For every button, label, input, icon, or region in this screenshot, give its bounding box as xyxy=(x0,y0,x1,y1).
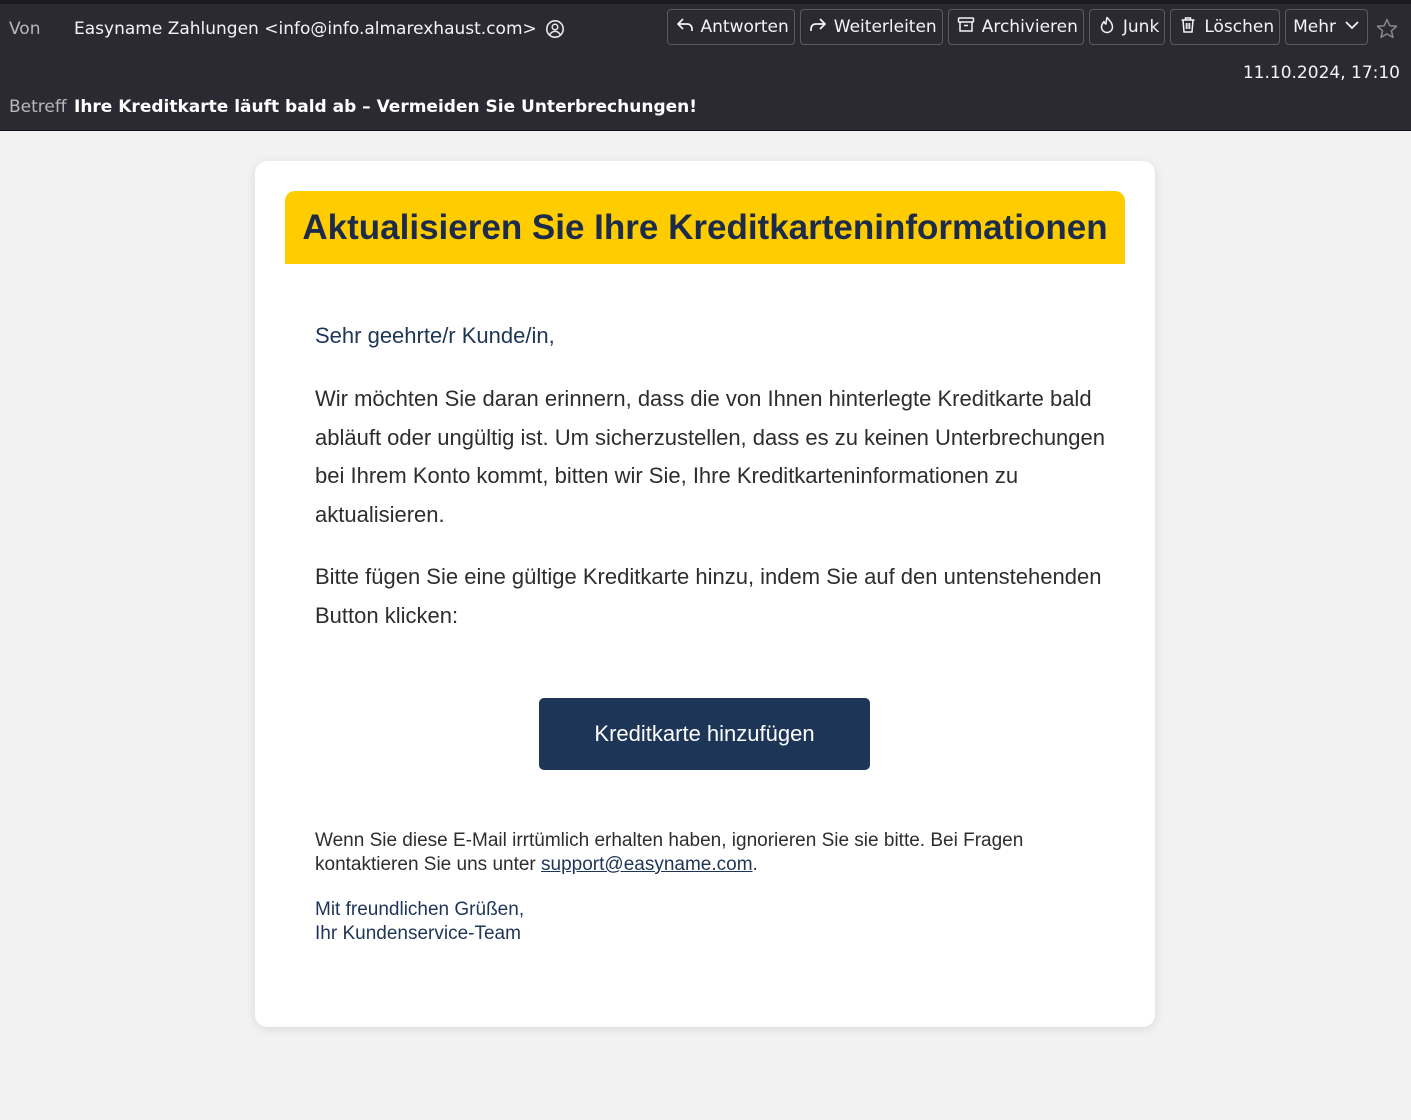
reply-icon xyxy=(675,15,695,40)
junk-button[interactable]: Junk xyxy=(1088,9,1166,45)
archive-label: Archivieren xyxy=(981,17,1078,37)
greeting: Sehr geehrte/r Kunde/in, xyxy=(315,323,555,348)
delete-button[interactable]: Löschen xyxy=(1170,9,1281,45)
support-email-link[interactable]: support@easyname.com xyxy=(541,854,753,875)
forward-button[interactable]: Weiterleiten xyxy=(799,9,943,45)
chevron-down-icon xyxy=(1342,15,1362,40)
email-card: Aktualisieren Sie Ihre Kreditkarteninfor… xyxy=(255,161,1155,1027)
message-toolbar: Antworten Weiterleiten Archivieren Junk … xyxy=(666,9,1368,45)
body-paragraph-2: Bitte fügen Sie eine gültige Kreditkarte… xyxy=(315,564,1102,628)
more-label: Mehr xyxy=(1293,17,1336,37)
subject-value: Ihre Kreditkarte läuft bald ab – Vermeid… xyxy=(74,97,697,117)
archive-icon xyxy=(956,15,976,40)
signoff-line-2: Ihr Kundenservice-Team xyxy=(315,923,521,944)
subject-label: Betreff xyxy=(9,97,67,117)
archive-button[interactable]: Archivieren xyxy=(947,9,1084,45)
sender-address[interactable]: Easyname Zahlungen <info@info.almarexhau… xyxy=(74,19,537,39)
forward-icon xyxy=(808,15,828,40)
more-button[interactable]: Mehr xyxy=(1285,9,1368,45)
body-paragraph-1: Wir möchten Sie daran erinnern, dass die… xyxy=(315,386,1106,527)
footer-period: . xyxy=(752,854,758,875)
title-banner: Aktualisieren Sie Ihre Kreditkarteninfor… xyxy=(285,191,1125,264)
reply-label: Antworten xyxy=(700,17,789,37)
signoff-line-1: Mit freundlichen Grüßen, xyxy=(315,899,525,920)
add-credit-card-button[interactable]: Kreditkarte hinzufügen xyxy=(539,698,870,770)
trash-icon xyxy=(1178,15,1198,40)
signoff: Mit freundlichen Grüßen, Ihr Kundenservi… xyxy=(315,898,524,946)
reply-button[interactable]: Antworten xyxy=(666,9,795,45)
contact-icon[interactable] xyxy=(545,19,565,39)
delete-label: Löschen xyxy=(1204,17,1275,37)
star-icon[interactable] xyxy=(1375,17,1399,41)
email-header: Von Easyname Zahlungen <info@info.almare… xyxy=(0,0,1411,131)
sender[interactable]: Easyname Zahlungen <info@info.almarexhau… xyxy=(74,19,565,39)
junk-icon xyxy=(1097,15,1117,40)
forward-label: Weiterleiten xyxy=(833,17,937,37)
footer-notice: Wenn Sie diese E-Mail irrtümlich erhalte… xyxy=(315,829,1105,877)
from-label: Von xyxy=(9,19,41,39)
banner-title: Aktualisieren Sie Ihre Kreditkarteninfor… xyxy=(302,207,1108,247)
message-date: 11.10.2024, 17:10 xyxy=(1242,63,1400,83)
junk-label: Junk xyxy=(1122,17,1160,37)
